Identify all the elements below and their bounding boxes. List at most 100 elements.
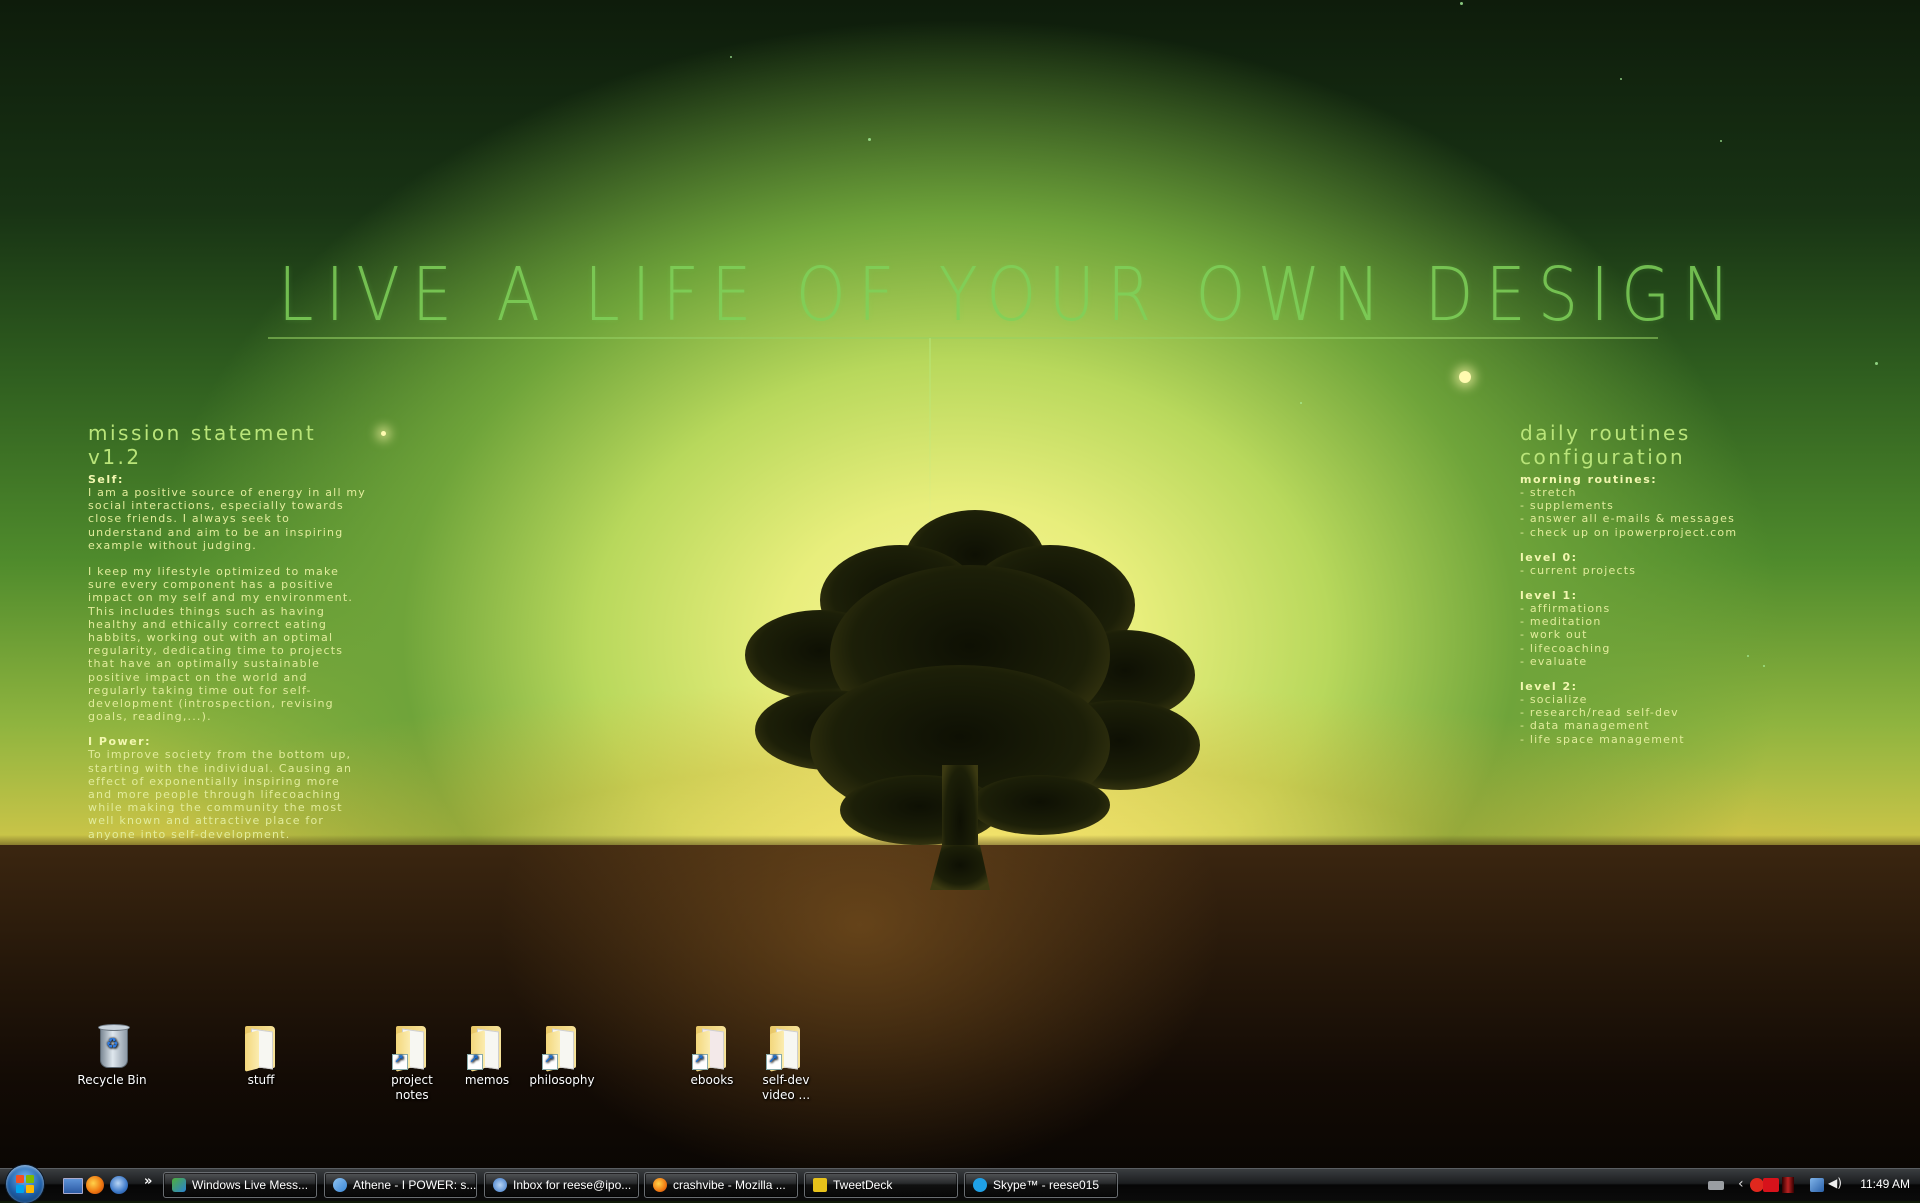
folder-icon: [237, 1022, 285, 1072]
status-icon[interactable]: [1750, 1178, 1764, 1192]
system-tray: ‹ ◀) 11:49 AM: [1670, 1169, 1920, 1201]
start-button[interactable]: [6, 1165, 44, 1203]
taskbar-button-windows-live-messenger[interactable]: Windows Live Mess...: [163, 1172, 317, 1198]
desktop-icon-memos[interactable]: memos: [449, 1022, 525, 1088]
routine-item: - stretch: [1520, 486, 1577, 499]
shortcut-arrow-icon: [467, 1052, 483, 1070]
tweetdeck-icon: [813, 1177, 827, 1192]
routine-item: - work out: [1520, 628, 1588, 642]
taskbar-button-firefox[interactable]: crashvibe - Mozilla ...: [644, 1172, 798, 1198]
shortcut-arrow-icon: [542, 1052, 558, 1070]
daily-routines-title: daily routines configuration: [1520, 421, 1691, 469]
recycle-bin-icon: [88, 1022, 136, 1070]
show-desktop-icon[interactable]: [63, 1178, 83, 1194]
routine-item: - evaluate: [1520, 654, 1588, 668]
section-paragraph: I keep my lifestyle optimized to make su…: [88, 565, 354, 724]
section-heading: I Power:: [88, 735, 151, 749]
keyboard-icon[interactable]: [1708, 1181, 1724, 1190]
task-label: TweetDeck: [833, 1178, 893, 1192]
taskbar-button-athene[interactable]: Athene - I POWER: s...: [324, 1172, 477, 1198]
desktop-icon-label: stuff: [247, 1073, 275, 1087]
desktop-icon-project-notes[interactable]: project notes: [373, 1022, 451, 1103]
routine-item: - supplements: [1520, 499, 1615, 513]
windows-live-messenger-icon: [172, 1177, 186, 1192]
star-decoration: [1875, 362, 1878, 365]
star-decoration: [1460, 2, 1463, 5]
headline-divider: [268, 337, 1658, 339]
daily-routines-panel: daily routines configuration morning rou…: [1520, 421, 1860, 746]
wallpaper-headline: LIVE A LIFE OF YOUR OWN DESIGN: [278, 252, 1743, 338]
desktop-icon-self-dev-video[interactable]: self-dev video ...: [749, 1022, 823, 1103]
windows-logo-icon: [16, 1175, 34, 1193]
desktop-icon-label: ebooks: [690, 1073, 734, 1087]
shortcut-arrow-icon: [692, 1052, 708, 1070]
task-label: Inbox for reese@ipo...: [513, 1178, 632, 1192]
folder-icon: [538, 1022, 586, 1072]
routine-item: - answer all e-mails & messages: [1520, 512, 1736, 526]
meter-icon[interactable]: [1782, 1177, 1794, 1193]
routine-item: - data management: [1520, 719, 1650, 733]
thunderbird-icon[interactable]: [110, 1176, 128, 1194]
task-label: crashvibe - Mozilla ...: [673, 1178, 786, 1192]
desktop-icon-label: memos: [464, 1073, 510, 1087]
task-label: Windows Live Mess...: [192, 1178, 309, 1192]
folder-icon: [688, 1022, 736, 1072]
routine-item: - check up on ipowerproject.com: [1520, 525, 1738, 539]
routine-item: - current projects: [1520, 563, 1637, 577]
routine-item: - life space management: [1520, 732, 1685, 746]
task-label: Skype™ - reese015: [993, 1178, 1100, 1192]
routine-item: - research/read self-dev: [1520, 706, 1679, 720]
routine-item: - socialize: [1520, 693, 1588, 707]
routine-item: - affirmations: [1520, 602, 1611, 616]
routine-heading: level 2:: [1520, 680, 1578, 694]
star-decoration: [730, 56, 732, 58]
routine-heading: morning routines:: [1520, 473, 1658, 486]
taskbar-button-thunderbird-inbox[interactable]: Inbox for reese@ipo...: [484, 1172, 639, 1198]
show-hidden-icon[interactable]: ‹: [1738, 1176, 1744, 1192]
star-decoration: [1300, 402, 1302, 404]
section-heading: Self:: [88, 473, 124, 486]
shortcut-arrow-icon: [766, 1052, 782, 1070]
network-icon[interactable]: [1810, 1178, 1824, 1192]
desktop-icon-ebooks[interactable]: ebooks: [674, 1022, 750, 1088]
volume-icon[interactable]: ◀): [1828, 1176, 1842, 1190]
shortcut-arrow-icon: [392, 1052, 408, 1070]
folder-icon: [388, 1022, 436, 1072]
firefox-icon[interactable]: [86, 1176, 104, 1194]
desktop-icon-recycle-bin[interactable]: Recycle Bin: [74, 1022, 150, 1088]
folder-icon: [463, 1022, 511, 1072]
clock[interactable]: 11:49 AM: [1860, 1177, 1910, 1191]
tree-silhouette: [745, 510, 1200, 890]
wheat-field: [0, 845, 1920, 1168]
desktop-icon-philosophy[interactable]: philosophy: [524, 1022, 600, 1088]
taskbar-button-skype[interactable]: Skype™ - reese015: [964, 1172, 1118, 1198]
task-label: Athene - I POWER: s...: [353, 1178, 477, 1192]
mission-statement-title: mission statement v1.2: [88, 421, 317, 469]
taskbar-button-tweetdeck[interactable]: TweetDeck: [804, 1172, 958, 1198]
desktop-icon-label: philosophy: [529, 1073, 595, 1087]
routine-heading: level 1:: [1520, 589, 1578, 603]
skype-icon: [973, 1177, 987, 1192]
light-orb: [1459, 371, 1471, 383]
ati-icon[interactable]: [1763, 1178, 1779, 1192]
chat-users-icon: [333, 1177, 347, 1192]
mission-statement-panel: mission statement v1.2 Self: I am a posi…: [88, 421, 373, 841]
firefox-icon: [653, 1177, 667, 1192]
section-paragraph: To improve society from the bottom up, s…: [88, 748, 353, 841]
star-decoration: [1620, 78, 1622, 80]
routine-item: - meditation: [1520, 615, 1602, 629]
desktop-icon-stuff[interactable]: stuff: [223, 1022, 299, 1088]
taskbar: » Windows Live Mess... Athene - I POWER:…: [0, 1165, 1920, 1203]
desktop-icon-label: project notes: [391, 1073, 433, 1102]
routine-item: - lifecoaching: [1520, 641, 1611, 655]
desktop-icon-label: self-dev video ...: [761, 1073, 811, 1102]
headline-vertical-divider: [929, 338, 931, 518]
thunderbird-icon: [493, 1177, 507, 1192]
star-decoration: [1720, 140, 1722, 142]
quick-launch-overflow-button[interactable]: »: [144, 1174, 152, 1189]
section-paragraph: I am a positive source of energy in all …: [88, 486, 367, 552]
light-orb: [381, 431, 386, 436]
folder-icon: [762, 1022, 810, 1072]
desktop-icon-label: Recycle Bin: [77, 1073, 147, 1087]
star-decoration: [868, 138, 871, 141]
